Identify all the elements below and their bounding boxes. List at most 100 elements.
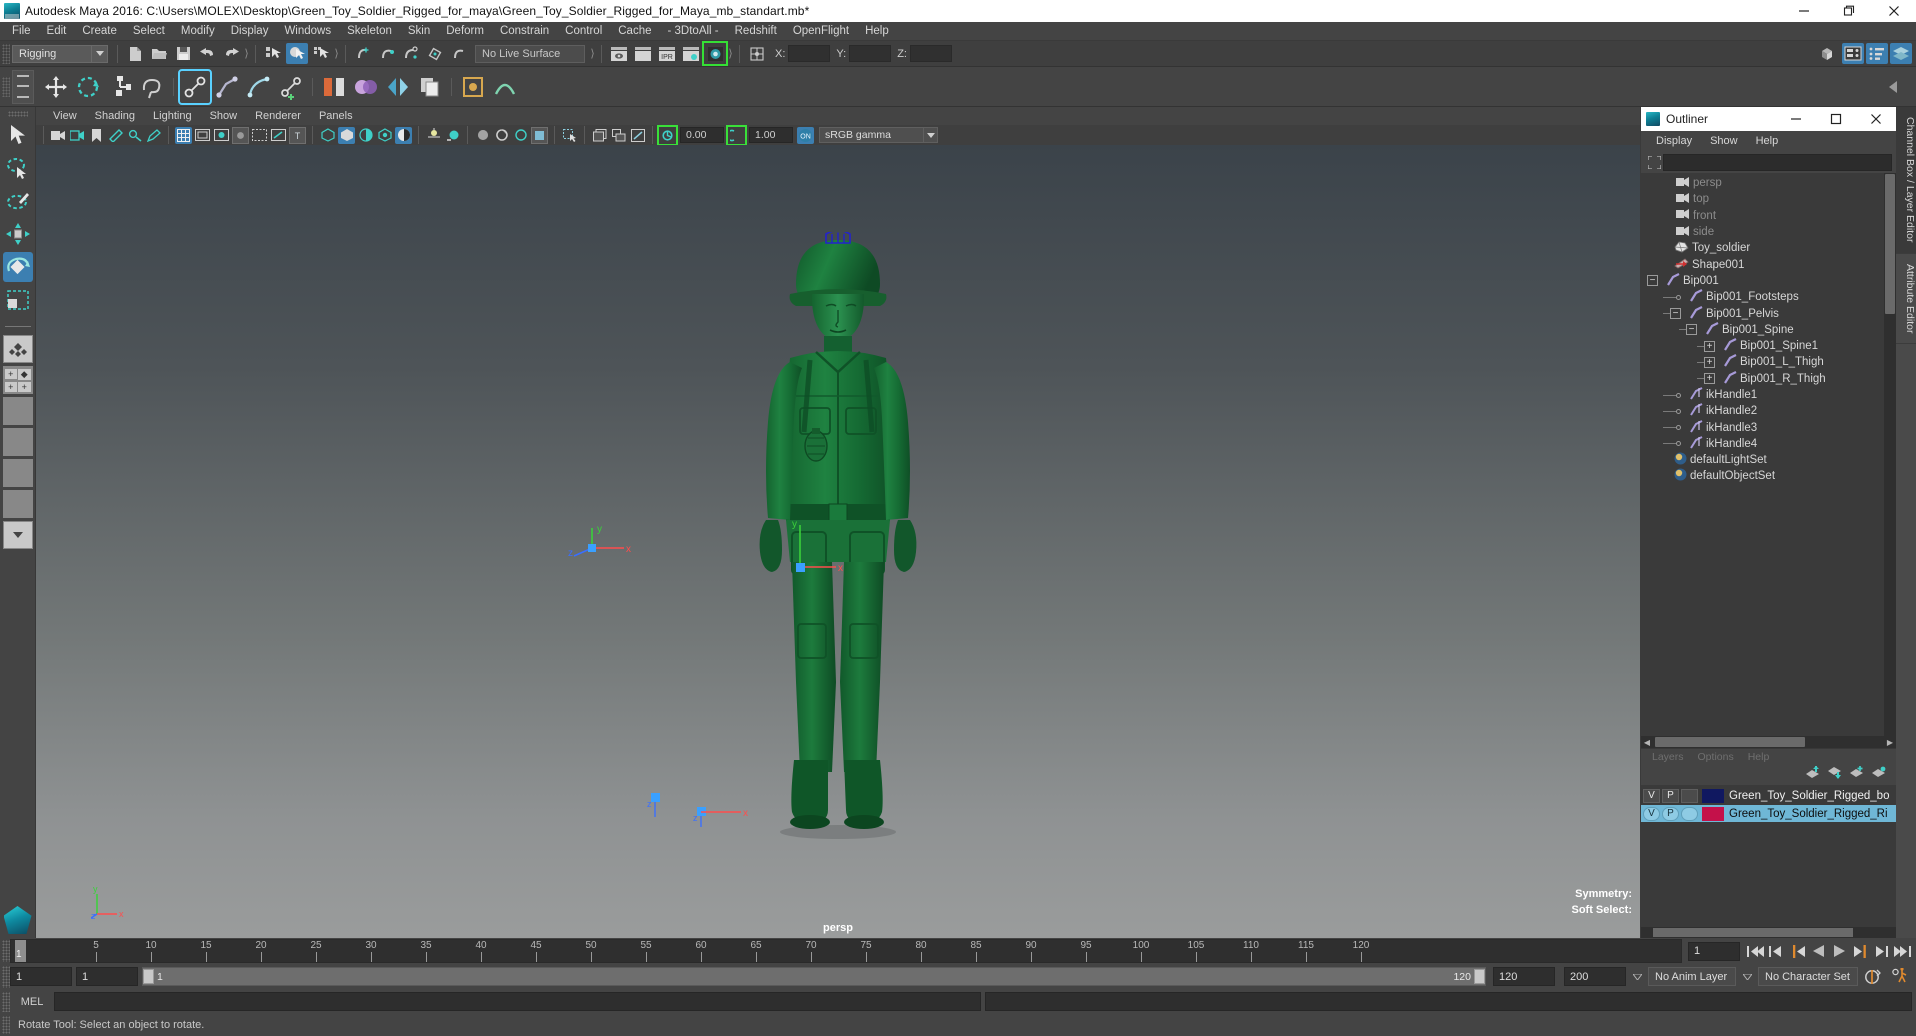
isolate-select-icon[interactable]	[561, 127, 578, 144]
outliner-menu-help[interactable]: Help	[1747, 131, 1788, 151]
copy-weights-icon[interactable]	[415, 71, 445, 103]
bookmark-icon[interactable]	[88, 127, 105, 144]
motion-blur-icon[interactable]	[474, 127, 491, 144]
snap-to-curve-icon[interactable]	[376, 43, 398, 64]
depth-of-field-icon[interactable]	[512, 127, 529, 144]
select-by-component-icon[interactable]	[310, 43, 332, 64]
create-layer-from-selected-icon[interactable]	[1871, 766, 1886, 784]
manipulator-right-hand[interactable]: y x	[786, 515, 856, 575]
outliner-row-bip001-pelvis[interactable]: − Bip001_Pelvis	[1641, 305, 1896, 321]
layer-row[interactable]: V P Green_Toy_Soldier_Rigged_Ri	[1641, 805, 1896, 822]
outliner-row-persp[interactable]: persp	[1641, 175, 1896, 191]
shelf-tab-selector[interactable]	[12, 69, 34, 104]
command-line-grip[interactable]	[2, 991, 10, 1012]
outliner-maximize-button[interactable]	[1816, 107, 1856, 131]
outliner-row-ikhandle3[interactable]: ikHandle3	[1641, 419, 1896, 435]
character-set-select[interactable]: No Character Set	[1758, 967, 1858, 986]
layout-quad-tl[interactable]: +	[4, 369, 17, 379]
outliner-row-bip001[interactable]: − Bip001	[1641, 272, 1896, 289]
outliner-tree[interactable]: persp top front side Toy_soldier Shape00…	[1641, 173, 1896, 736]
gamma-toggle-icon[interactable]	[726, 124, 747, 146]
layout-quad-br[interactable]: +	[18, 381, 31, 392]
grid-toggle-icon[interactable]	[175, 126, 192, 144]
outliner-leaf-dot[interactable]	[1676, 441, 1681, 447]
range-slider-bar[interactable]: 1 120	[142, 967, 1486, 986]
smooth-shading-icon[interactable]	[338, 126, 355, 144]
layout-hypershade-persp[interactable]	[2, 459, 33, 487]
create-deformer-icon[interactable]	[458, 71, 488, 103]
playback-end-time-field[interactable]: 120	[1493, 967, 1555, 986]
outliner-row-front[interactable]: front	[1641, 208, 1896, 224]
tab-channel-box-layer-editor[interactable]: Channel Box / Layer Editor	[1896, 107, 1916, 254]
menu-modify[interactable]: Modify	[173, 22, 223, 41]
step-back-key-icon[interactable]	[1788, 942, 1807, 961]
layout-persp-graph[interactable]	[2, 428, 33, 456]
layer-scroll-thumb[interactable]	[1653, 928, 1853, 937]
open-hypergraph-icon[interactable]	[1818, 43, 1840, 64]
toolbox-grip[interactable]	[7, 111, 28, 117]
viewport-menu-shading[interactable]: Shading	[86, 107, 144, 125]
joint-tool-icon[interactable]	[178, 68, 212, 105]
camera-attributes-icon[interactable]	[69, 127, 86, 144]
shadows-icon[interactable]	[425, 127, 442, 144]
outliner-expander-expand[interactable]: +	[1704, 373, 1715, 385]
help-line-grip[interactable]	[2, 1016, 10, 1034]
layout-outliner-persp[interactable]	[2, 397, 33, 425]
color-management-dropdown-arrow[interactable]	[924, 127, 938, 143]
time-slider[interactable]: 1 5 10 15 20 25 30 35 40 45 50 55 60 65 …	[10, 939, 1682, 963]
toolbar-break-4[interactable]: ⟩	[727, 45, 734, 63]
xray-icon[interactable]	[251, 127, 268, 144]
exposure-value-field[interactable]: 0.00	[680, 127, 724, 143]
insert-joint-icon[interactable]	[276, 71, 306, 103]
move-layer-up-icon[interactable]	[1805, 766, 1820, 784]
render-settings-icon[interactable]	[680, 43, 702, 64]
xray-textures-icon[interactable]: T	[289, 126, 306, 144]
play-forwards-icon[interactable]	[1830, 942, 1849, 961]
outliner-minimize-button[interactable]	[1776, 107, 1816, 131]
outliner-horizontal-scrollbar[interactable]: ◀ ▶	[1641, 736, 1896, 748]
layout-single-perspective[interactable]	[2, 335, 33, 363]
menu-openflight[interactable]: OpenFlight	[785, 22, 857, 41]
paint-weights-icon[interactable]	[351, 71, 381, 103]
coord-z-field[interactable]	[909, 45, 952, 62]
menu-select[interactable]: Select	[125, 22, 173, 41]
menu-cache[interactable]: Cache	[610, 22, 659, 41]
command-output[interactable]	[985, 992, 1912, 1011]
layer-color-swatch[interactable]	[1702, 806, 1724, 821]
menu-skeleton[interactable]: Skeleton	[339, 22, 400, 41]
outliner-row-toy-soldier[interactable]: Toy_soldier	[1641, 240, 1896, 256]
shaded-wireframe-icon[interactable]	[357, 127, 374, 144]
menu-control[interactable]: Control	[557, 22, 610, 41]
color-management-select[interactable]: sRGB gamma	[819, 127, 924, 143]
layout-four-view[interactable]: + ◆ + +	[2, 366, 33, 394]
outliner-scroll-thumb[interactable]	[1885, 174, 1895, 314]
undo-icon[interactable]	[196, 43, 218, 64]
perspective-viewport[interactable]: y z x y x z z x y x z persp Symmetry: So…	[36, 145, 1640, 938]
viewport-menu-show[interactable]: Show	[201, 107, 247, 125]
animation-preferences-icon[interactable]	[1888, 967, 1912, 986]
layer-editor-scrollbar[interactable]	[1641, 927, 1896, 938]
rotate-tool-icon[interactable]	[73, 71, 103, 103]
scale-tool-icon[interactable]	[105, 71, 135, 103]
shelf-scroll-icon[interactable]	[1879, 71, 1909, 103]
viewport-menu-renderer[interactable]: Renderer	[246, 107, 310, 125]
step-forward-frame-icon[interactable]	[1872, 942, 1891, 961]
menu-windows[interactable]: Windows	[276, 22, 339, 41]
gamma-value-field[interactable]: 1.00	[749, 127, 793, 143]
layer-list[interactable]: V P Green_Toy_Soldier_Rigged_bo V P Gree…	[1641, 785, 1896, 927]
outliner-row-ikhandle2[interactable]: ikHandle2	[1641, 403, 1896, 419]
outliner-expander-collapse[interactable]: −	[1686, 324, 1697, 336]
redo-icon[interactable]	[220, 43, 242, 64]
layer-color-swatch[interactable]	[1702, 788, 1724, 803]
menu-edit[interactable]: Edit	[39, 22, 75, 41]
gate-mask-icon[interactable]	[232, 126, 249, 144]
outliner-menu-display[interactable]: Display	[1647, 131, 1701, 151]
snap-to-point-icon[interactable]	[400, 43, 422, 64]
range-slider-grip[interactable]	[2, 965, 10, 988]
manipulator-feet[interactable]: z z x	[641, 785, 761, 835]
lasso-tool-icon[interactable]	[137, 71, 167, 103]
outliner-scroll-right-arrow[interactable]: ▶	[1884, 736, 1896, 748]
coord-y-field[interactable]	[849, 45, 892, 62]
outliner-leaf-dot[interactable]	[1676, 392, 1681, 398]
multisample-aa-icon[interactable]	[493, 127, 510, 144]
